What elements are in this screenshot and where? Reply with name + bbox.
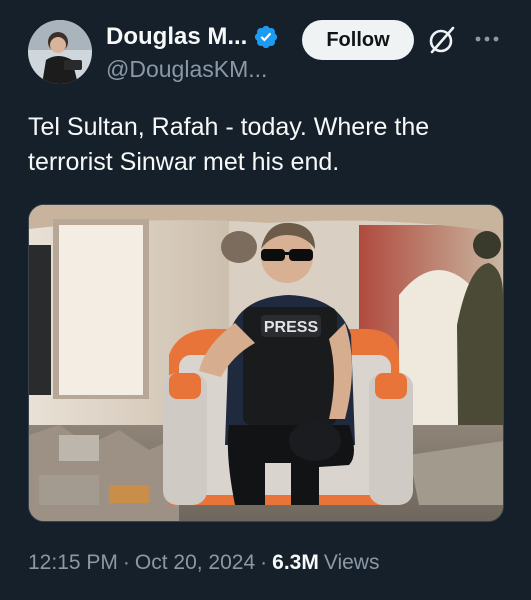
meta-separator-2: · — [260, 551, 268, 574]
tweet-header: Douglas M... @DouglasKM... Follow — [0, 0, 531, 100]
views-count[interactable]: 6.3M — [272, 551, 319, 575]
avatar[interactable] — [28, 20, 92, 84]
grok-icon[interactable] — [426, 24, 458, 56]
verified-badge-icon — [255, 25, 278, 49]
views-label: Views — [323, 551, 380, 574]
author-name-row: Douglas M... — [106, 22, 279, 52]
tweet-text: Tel Sultan, Rafah - today. Where the ter… — [28, 113, 437, 176]
more-options-icon[interactable] — [472, 28, 502, 50]
tweet-photo[interactable]: PRESS — [28, 204, 504, 522]
avatar-image — [28, 20, 92, 84]
press-vest-label: PRESS — [264, 319, 319, 336]
author-display-name[interactable]: Douglas M... — [106, 22, 247, 52]
follow-button[interactable]: Follow — [302, 20, 414, 60]
tweet-date[interactable]: Oct 20, 2024 — [135, 551, 255, 575]
author-handle[interactable]: @DouglasKM... — [106, 54, 267, 84]
tweet-meta: 12:15 PM · Oct 20, 2024 · 6.3M Views — [28, 551, 379, 575]
tweet-time[interactable]: 12:15 PM — [28, 551, 118, 575]
photo-scene: PRESS — [29, 205, 503, 521]
meta-separator: · — [122, 551, 130, 574]
